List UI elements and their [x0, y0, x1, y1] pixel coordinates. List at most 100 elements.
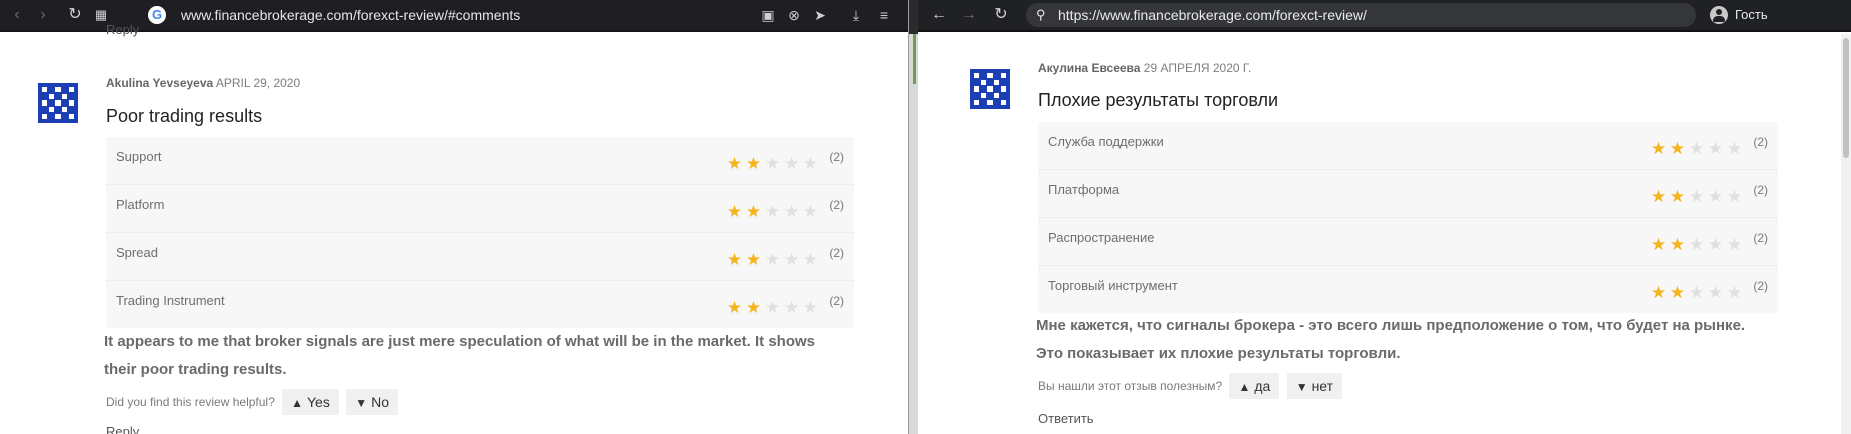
- rating-label: Служба поддержки: [1048, 134, 1164, 149]
- review-title: Poor trading results: [106, 106, 263, 126]
- google-icon: G: [148, 6, 166, 24]
- rating-count: (2): [829, 150, 844, 164]
- reply-link[interactable]: Reply: [106, 424, 139, 434]
- back-arrow-icon[interactable]: ←: [926, 0, 952, 30]
- vote-no-button[interactable]: ▼ нет: [1286, 373, 1343, 399]
- star-empty-icon: ★: [764, 250, 781, 269]
- star-empty-icon: ★: [764, 154, 781, 173]
- star-empty-icon: ★: [1688, 283, 1705, 302]
- rating-row: Spread ★ ★ ★ ★ ★ (2): [106, 233, 854, 281]
- rating-count: (2): [1753, 183, 1768, 197]
- star-filled-icon: ★: [1669, 139, 1686, 158]
- review-title: Плохие результаты торговли: [1038, 90, 1279, 110]
- thumbs-up-icon: ▲: [291, 396, 303, 410]
- thumbs-down-icon: ▼: [355, 396, 368, 410]
- star-rating: ★ ★ ★ ★ ★: [725, 144, 820, 184]
- star-filled-icon: ★: [1669, 283, 1686, 302]
- star-empty-icon: ★: [764, 298, 781, 317]
- star-filled-icon: ★: [1650, 283, 1667, 302]
- star-empty-icon: ★: [802, 298, 819, 317]
- star-filled-icon: ★: [745, 250, 762, 269]
- star-empty-icon: ★: [1707, 235, 1724, 254]
- star-empty-icon: ★: [1726, 187, 1743, 206]
- send-icon[interactable]: ➤: [810, 0, 830, 30]
- star-empty-icon: ★: [1726, 235, 1743, 254]
- reply-link[interactable]: Ответить: [1038, 411, 1094, 426]
- star-empty-icon: ★: [802, 202, 819, 221]
- scrollbar-thumb[interactable]: [1843, 38, 1849, 158]
- star-empty-icon: ★: [1726, 283, 1743, 302]
- right-browser-window: ← → ↻ ⚲ https://www.financebrokerage.com…: [918, 0, 1851, 434]
- rating-row: Торговый инструмент ★ ★ ★ ★ ★ (2): [1038, 266, 1778, 313]
- rating-count: (2): [829, 246, 844, 260]
- rating-count: (2): [1753, 279, 1768, 293]
- address-bar-url[interactable]: www.financebrokerage.com/forexct-review/…: [181, 0, 520, 30]
- star-filled-icon: ★: [726, 202, 743, 221]
- review-author: Акулина Евсеева: [1038, 61, 1141, 75]
- vote-no-label: нет: [1311, 378, 1334, 394]
- rating-label: Торговый инструмент: [1048, 278, 1178, 293]
- reply-link-previous[interactable]: Reply: [106, 22, 139, 37]
- ratings-table: Служба поддержки ★ ★ ★ ★ ★ (2) Платформа ★ ★ ★…: [1038, 122, 1778, 313]
- review-body: It appears to me that broker signals are…: [104, 333, 816, 378]
- rating-count: (2): [1753, 135, 1768, 149]
- profile-icon[interactable]: [1710, 6, 1728, 24]
- rating-label: Platform: [116, 197, 165, 212]
- rating-label: Trading Instrument: [116, 293, 225, 308]
- star-empty-icon: ★: [1707, 139, 1724, 158]
- right-scrollbar[interactable]: [1841, 34, 1851, 434]
- rating-count: (2): [829, 294, 844, 308]
- right-toolbar: ← → ↻ ⚲ https://www.financebrokerage.com…: [918, 0, 1851, 32]
- vote-yes-button[interactable]: ▲ да: [1229, 373, 1280, 399]
- divider-accent: [913, 34, 916, 84]
- rating-label: Платформа: [1048, 182, 1120, 197]
- star-filled-icon: ★: [1669, 235, 1686, 254]
- reviewer-avatar: [38, 83, 78, 123]
- star-filled-icon: ★: [726, 250, 743, 269]
- star-filled-icon: ★: [1650, 235, 1667, 254]
- reload-icon[interactable]: ↻: [988, 0, 1014, 30]
- thumbs-down-icon: ▼: [1295, 380, 1308, 394]
- address-bar-url[interactable]: https://www.financebrokerage.com/forexct…: [1058, 3, 1367, 27]
- forward-arrow-icon[interactable]: →: [956, 0, 982, 30]
- vote-yes-button[interactable]: ▲ Yes: [282, 389, 339, 415]
- rating-count: (2): [829, 198, 844, 212]
- menu-icon[interactable]: ≡: [874, 0, 894, 30]
- forward-icon[interactable]: ›: [30, 0, 56, 30]
- star-empty-icon: ★: [783, 298, 800, 317]
- vote-no-button[interactable]: ▼ No: [346, 389, 398, 415]
- search-icon: ⚲: [1036, 7, 1046, 22]
- rating-row: Support ★ ★ ★ ★ ★ (2): [106, 137, 854, 185]
- star-empty-icon: ★: [783, 202, 800, 221]
- star-filled-icon: ★: [726, 298, 743, 317]
- omnibox[interactable]: ⚲ https://www.financebrokerage.com/forex…: [1026, 3, 1696, 27]
- profile-label[interactable]: Гость: [1735, 0, 1768, 30]
- rating-count: (2): [1753, 231, 1768, 245]
- star-empty-icon: ★: [783, 250, 800, 269]
- camera-icon[interactable]: ▣: [758, 0, 778, 30]
- star-filled-icon: ★: [745, 154, 762, 173]
- download-icon[interactable]: ⤓: [846, 0, 866, 30]
- star-filled-icon: ★: [1669, 187, 1686, 206]
- review-body: Мне кажется, что сигналы брокера - это в…: [1036, 317, 1746, 362]
- vote-yes-label: Yes: [307, 394, 330, 410]
- reload-icon[interactable]: ↻: [62, 0, 88, 30]
- vote-no-label: No: [371, 394, 389, 410]
- helpful-question: Вы нашли этот отзыв полезным?: [1038, 379, 1223, 393]
- back-icon[interactable]: ‹: [4, 0, 30, 30]
- star-filled-icon: ★: [1650, 187, 1667, 206]
- helpful-prompt: Вы нашли этот отзыв полезным? ▲ да ▼ нет: [1038, 373, 1343, 399]
- star-empty-icon: ★: [1707, 283, 1724, 302]
- rating-row: Служба поддержки ★ ★ ★ ★ ★ (2): [1038, 122, 1778, 170]
- vote-yes-label: да: [1254, 378, 1271, 394]
- review-date: 29 АПРЕЛЯ 2020 Г.: [1143, 61, 1252, 75]
- rating-label: Распространение: [1048, 230, 1155, 245]
- rating-row: Платформа ★ ★ ★ ★ ★ (2): [1038, 170, 1778, 218]
- review-author: Akulina Yevseyeva: [106, 76, 214, 90]
- star-empty-icon: ★: [1707, 187, 1724, 206]
- shield-icon[interactable]: ⊗: [784, 0, 804, 30]
- star-filled-icon: ★: [1650, 139, 1667, 158]
- reviewer-avatar: [970, 69, 1010, 109]
- star-rating: ★ ★ ★ ★ ★: [1649, 177, 1744, 217]
- star-filled-icon: ★: [745, 298, 762, 317]
